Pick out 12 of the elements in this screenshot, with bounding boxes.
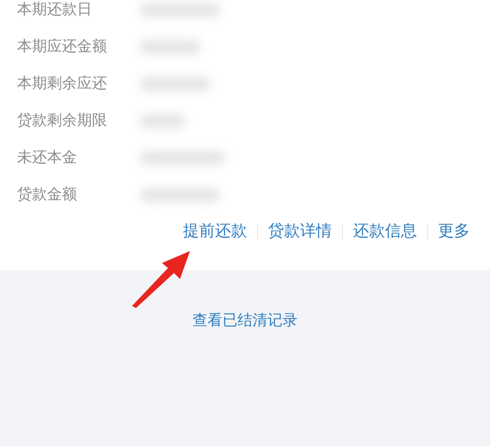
detail-label: 本期剩余应还	[17, 74, 108, 93]
pointer-arrow	[132, 251, 190, 308]
settled-records-link[interactable]: 查看已结清记录	[192, 311, 298, 330]
action-link[interactable]: 贷款详情	[258, 221, 342, 242]
detail-label: 本期还款日	[17, 0, 93, 19]
detail-label: 贷款金额	[17, 185, 78, 204]
action-link[interactable]: 还款信息	[343, 221, 427, 242]
detail-label: 本期应还金额	[17, 37, 108, 56]
action-link[interactable]: 更多	[428, 221, 480, 242]
detail-label: 贷款剩余期限	[17, 111, 108, 130]
action-link[interactable]: 提前还款	[173, 221, 257, 242]
detail-label: 未还本金	[17, 148, 78, 167]
